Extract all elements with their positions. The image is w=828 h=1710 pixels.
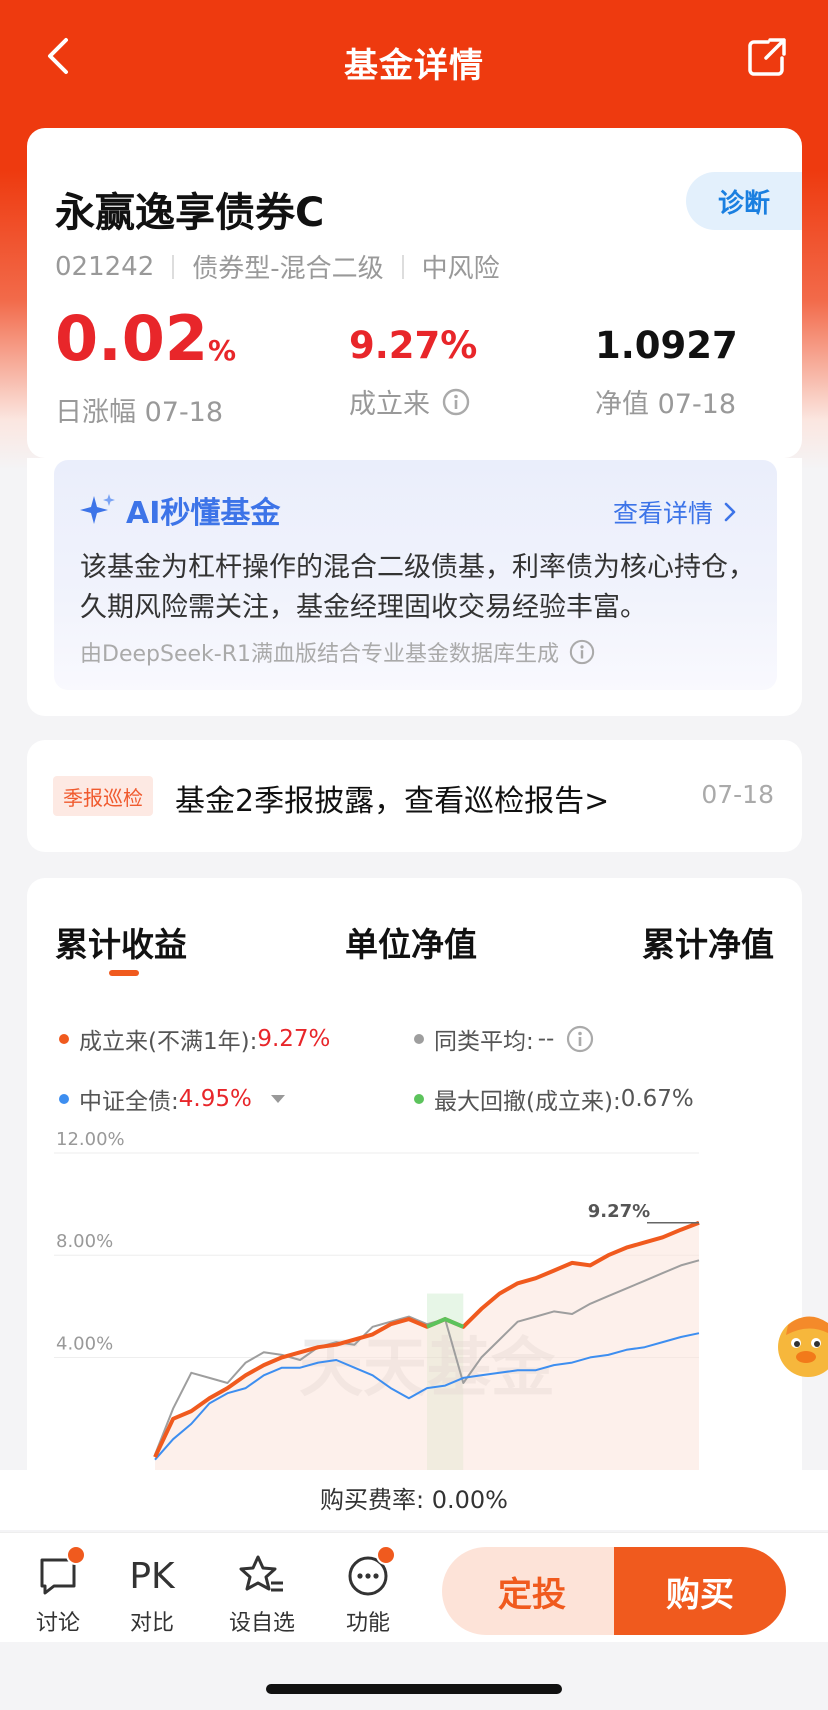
daily-change-value: 0.02 xyxy=(55,302,208,375)
watchlist-label: 设自选 xyxy=(228,1611,295,1636)
info-icon[interactable] xyxy=(569,639,595,665)
nav-label: 净值 07-18 xyxy=(595,389,737,420)
fund-risk: 中风险 xyxy=(421,254,500,284)
auto-invest-button[interactable]: 定投 xyxy=(442,1547,622,1635)
star-list-icon xyxy=(239,1555,283,1592)
ai-title-text: AI秒懂基金 xyxy=(126,496,281,531)
notification-badge xyxy=(376,1545,396,1565)
daily-change-unit: % xyxy=(207,334,237,367)
bottom-toolbar: 讨论 PK 对比 设自选 功能 定投 购买 xyxy=(0,1532,828,1642)
daily-change-metric: 0.02% 日涨幅 07-18 xyxy=(55,308,236,429)
fund-name: 永赢逸享债券C xyxy=(55,190,325,236)
ai-more-link[interactable]: 查看详情 xyxy=(613,494,741,530)
y-tick-label: 8.00% xyxy=(56,1231,113,1252)
report-text: 基金2季报披露，查看巡检报告> xyxy=(175,784,610,819)
fund-summary-card: 永赢逸享债券C 诊断 021242 债券型-混合二级 中风险 0.02% 日涨幅… xyxy=(27,128,802,458)
home-indicator[interactable] xyxy=(266,1684,562,1694)
nav-value: 1.0927 xyxy=(595,324,738,367)
watchlist-button[interactable]: 设自选 xyxy=(222,1551,302,1637)
chevron-right-icon xyxy=(724,502,736,522)
function-label: 功能 xyxy=(345,1611,390,1636)
ai-footer: 由DeepSeek-R1满血版结合专业基金数据库生成 xyxy=(80,636,595,668)
y-tick-label: 4.00% xyxy=(56,1333,113,1354)
ai-title: AI秒懂基金 xyxy=(78,488,280,532)
since-inception-label: 成立来 xyxy=(349,389,430,420)
fund-detail-page: 基金详情 永赢逸享债券C 诊断 021242 债券型-混合二级 中风险 0.02… xyxy=(0,0,828,1710)
home-indicator-area xyxy=(0,1642,828,1710)
end-value-label: 9.27% xyxy=(588,1201,650,1222)
fee-label: 购买费率: xyxy=(320,1486,425,1514)
fund-code: 021242 xyxy=(55,251,155,282)
function-button[interactable]: 功能 xyxy=(328,1545,408,1637)
quarterly-report-card[interactable]: 季报巡检 基金2季报披露，查看巡检报告> 07-18 xyxy=(27,740,802,852)
fund-meta: 021242 债券型-混合二级 中风险 xyxy=(55,248,500,285)
buy-button[interactable]: 购买 xyxy=(614,1547,786,1635)
chart-card: 累计收益 单位净值 累计净值 成立来(不满1年): 9.27% 同类平均: --… xyxy=(27,878,802,1498)
return-chart[interactable]: 12.00%8.00%4.00% 天天基金9.27% xyxy=(27,878,802,1498)
page-title: 基金详情 xyxy=(344,46,484,86)
report-tag: 季报巡检 xyxy=(53,776,153,816)
y-tick-label: 12.00% xyxy=(56,1129,125,1150)
ai-more-label: 查看详情 xyxy=(612,499,713,528)
ai-summary-card[interactable]: AI秒懂基金 查看详情 该基金为杠杆操作的混合二级债基，利率债为核心持仓，久期风… xyxy=(54,460,777,690)
compare-button[interactable]: PK 对比 xyxy=(112,1551,192,1637)
discuss-label: 讨论 xyxy=(35,1611,80,1636)
discuss-button[interactable]: 讨论 xyxy=(18,1545,98,1637)
divider xyxy=(172,254,175,279)
fund-type: 债券型-混合二级 xyxy=(192,254,384,284)
fee-value: 0.00% xyxy=(431,1486,508,1514)
since-inception-metric: 9.27% 成立来 xyxy=(349,324,477,421)
notification-badge xyxy=(66,1545,86,1565)
diagnose-button[interactable]: 诊断 xyxy=(686,172,802,230)
since-inception-value: 9.27% xyxy=(349,324,478,367)
nav-bar: 基金详情 xyxy=(0,0,828,120)
daily-change-label: 日涨幅 07-18 xyxy=(55,397,224,428)
fund-area xyxy=(155,1222,699,1498)
report-date: 07-18 xyxy=(701,780,774,809)
info-icon[interactable] xyxy=(442,388,470,416)
share-icon[interactable] xyxy=(746,36,788,78)
pk-icon: PK xyxy=(129,1555,175,1597)
mascot-icon[interactable] xyxy=(774,1305,828,1385)
ai-footer-text: 由DeepSeek-R1满血版结合专业基金数据库生成 xyxy=(80,642,559,667)
sparkle-icon xyxy=(80,494,115,524)
divider xyxy=(401,254,404,279)
ai-summary-text: 该基金为杠杆操作的混合二级债基，利率债为核心持仓，久期风险需关注，基金经理固收交… xyxy=(80,552,755,623)
fee-bar: 购买费率: 0.00% xyxy=(0,1470,828,1530)
compare-label: 对比 xyxy=(129,1611,174,1636)
nav-metric: 1.0927 净值 07-18 xyxy=(595,324,738,421)
